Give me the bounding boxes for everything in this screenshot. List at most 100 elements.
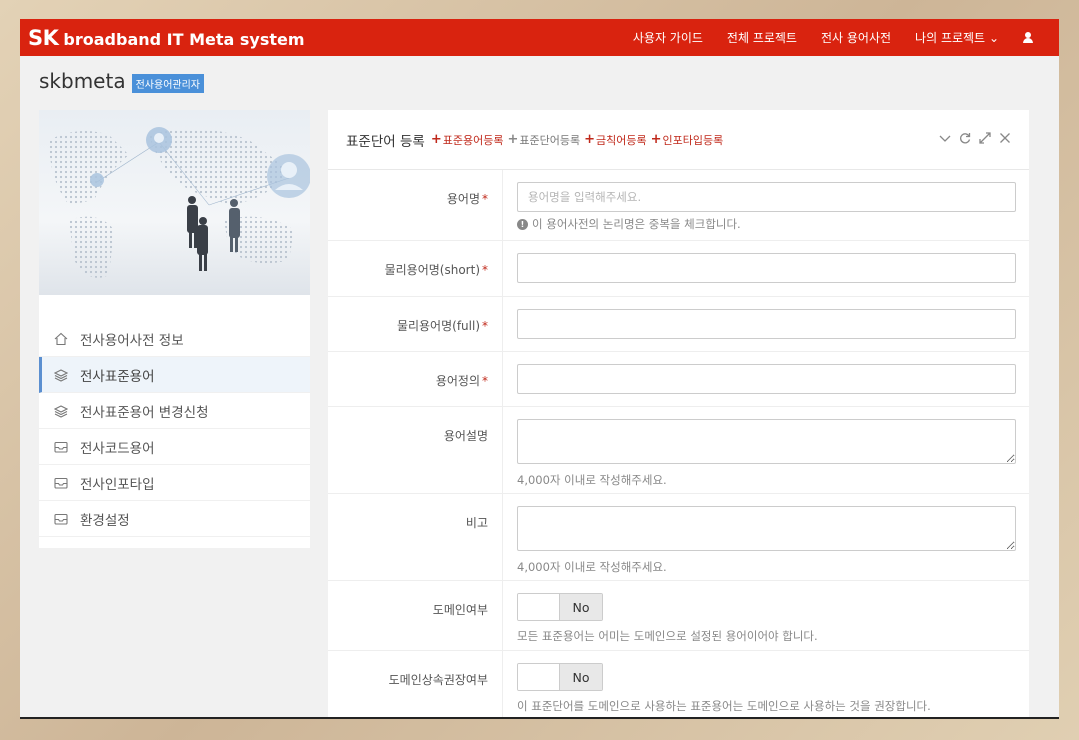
form-row-domain-inherit: 도메인상속권장여부 No 이 표준단어를 도메인으로 사용하는 표준용어는 도메… — [328, 651, 1029, 717]
sidebar-item-code-terms[interactable]: 전사코드용어 — [39, 429, 310, 465]
nav-links: 사용자 가이드 전체 프로젝트 전사 용어사전 나의 프로젝트 ⌄ — [633, 29, 1051, 46]
app-window: SK broadband IT Meta system 사용자 가이드 전체 프… — [20, 19, 1059, 719]
refresh-icon[interactable] — [959, 132, 971, 148]
phys-short-input[interactable] — [517, 253, 1016, 283]
plus-icon: + — [507, 132, 519, 147]
expand-icon[interactable] — [979, 131, 991, 148]
sidebar-item-infotype[interactable]: 전사인포타입 — [39, 465, 310, 501]
description-label: 용어설명 — [328, 407, 503, 493]
nav-user-guide[interactable]: 사용자 가이드 — [633, 29, 703, 46]
link-label: 표준용어등록 — [442, 133, 504, 147]
top-navbar: SK broadband IT Meta system 사용자 가이드 전체 프… — [20, 19, 1059, 56]
hero-image — [39, 110, 310, 295]
domain-inherit-toggle[interactable]: No — [517, 663, 603, 691]
inbox-icon — [53, 475, 68, 490]
domain-inherit-label: 도메인상속권장여부 — [328, 651, 503, 717]
description-textarea[interactable] — [517, 419, 1016, 464]
label-text: 도메인상속권장여부 — [388, 673, 488, 687]
sidebar-item-label: 전사인포타입 — [80, 476, 155, 493]
plus-icon: + — [584, 132, 595, 147]
phys-short-label: 물리용어명(short) * — [328, 241, 503, 296]
domain-flag-field-wrap: No 모든 표준용어는 어미는 도메인으로 설정된 용어이어야 합니다. — [503, 581, 1029, 650]
user-icon[interactable] — [1023, 32, 1033, 43]
info-icon: ! — [517, 218, 528, 230]
toggle-knob — [518, 594, 561, 620]
panel-tools — [939, 131, 1029, 148]
definition-input[interactable] — [517, 364, 1016, 394]
sidebar-item-settings[interactable]: 환경설정 — [39, 501, 310, 537]
phys-short-field-wrap — [503, 241, 1029, 296]
sidebar-item-dictionary-info[interactable]: 전사용어사전 정보 — [39, 321, 310, 357]
required-mark: * — [482, 263, 488, 277]
domain-inherit-help: 이 표준단어를 도메인으로 사용하는 표준용어는 도메인으로 사용하는 것을 권… — [517, 699, 931, 713]
description-help: 4,000자 이내로 작성해주세요. — [517, 473, 667, 487]
sidebar-item-label: 전사용어사전 정보 — [80, 332, 184, 349]
term-name-label: 용어명 * — [328, 170, 503, 240]
label-text: 도메인여부 — [432, 603, 488, 617]
form-row-term-name: 용어명* ! 이 용어사전의 논리명은 중복을 체크합니다. — [328, 170, 1029, 241]
term-name-field-wrap: ! 이 용어사전의 논리명은 중복을 체크합니다. — [503, 170, 1029, 240]
brand-logo[interactable]: SK broadband IT Meta system — [28, 26, 305, 50]
nav-my-projects-label: 나의 프로젝트 — [915, 31, 986, 45]
nav-enterprise-dictionary[interactable]: 전사 용어사전 — [821, 29, 891, 46]
plus-icon: + — [430, 132, 442, 147]
world-map-illustration — [49, 127, 310, 278]
sidebar-item-label: 전사코드용어 — [80, 440, 155, 457]
layers-icon — [53, 367, 68, 382]
domain-flag-toggle[interactable]: No — [517, 593, 603, 621]
role-badge: 전사용어관리자 — [131, 73, 204, 93]
term-name-input[interactable] — [517, 182, 1016, 212]
definition-field-wrap — [503, 352, 1029, 406]
nav-all-projects[interactable]: 전체 프로젝트 — [727, 29, 797, 46]
plus-icon: + — [650, 132, 662, 147]
toggle-knob — [518, 664, 561, 690]
inbox-icon — [53, 439, 68, 454]
link-register-standard-word[interactable]: + 표준단어등록 — [507, 132, 580, 148]
label-text: 용어설명 — [443, 429, 488, 443]
sidebar-item-term-change-request[interactable]: 전사표준용어 변경신청 — [39, 393, 310, 429]
remarks-label: 비고 — [328, 494, 503, 580]
phys-full-input[interactable] — [517, 309, 1016, 339]
required-mark: * — [482, 374, 488, 388]
sidebar-item-label: 전사표준용어 — [80, 368, 155, 385]
form-row-phys-short: 물리용어명(short) * — [328, 241, 1029, 297]
domain-flag-label: 도메인여부 — [328, 581, 503, 650]
label-text: 용어정의 — [435, 374, 480, 388]
remarks-textarea[interactable] — [517, 506, 1016, 551]
link-register-infotype[interactable]: + 인포타입등록 — [651, 132, 724, 148]
toggle-value: No — [560, 594, 602, 620]
chevron-down-icon: ⌄ — [988, 31, 999, 45]
required-mark: * — [482, 192, 488, 206]
layers-icon — [53, 403, 68, 418]
sidebar-menu: 전사용어사전 정보 전사표준용어 전사표준용어 변경신청 전사코드용어 전사인포… — [39, 321, 310, 537]
close-icon[interactable] — [999, 132, 1011, 148]
help-text: 이 용어사전의 논리명은 중복을 체크합니다. — [532, 217, 741, 231]
remarks-help: 4,000자 이내로 작성해주세요. — [517, 560, 667, 574]
collapse-icon[interactable] — [939, 132, 951, 148]
brand-sk: SK — [28, 25, 59, 50]
form-row-domain-flag: 도메인여부 No 모든 표준용어는 어미는 도메인으로 설정된 용어이어야 합니… — [328, 581, 1029, 651]
panel-header: 표준단어 등록 + 표준용어등록 + 표준단어등록 + 금칙어등록 + 인포타입등록 — [328, 110, 1029, 170]
inbox-icon — [53, 511, 68, 526]
form-row-description: 용어설명 4,000자 이내로 작성해주세요. — [328, 407, 1029, 494]
sidebar: 전사용어사전 정보 전사표준용어 전사표준용어 변경신청 전사코드용어 전사인포… — [39, 110, 310, 548]
sidebar-item-standard-terms[interactable]: 전사표준용어 — [39, 357, 310, 393]
main-panel: 표준단어 등록 + 표준용어등록 + 표준단어등록 + 금칙어등록 + 인포타입등록 — [328, 110, 1029, 717]
form-row-definition: 용어정의 * — [328, 352, 1029, 407]
panel-title: 표준단어 등록 — [346, 133, 425, 150]
page-title: skbmeta — [39, 69, 126, 93]
nav-my-projects[interactable]: 나의 프로젝트 ⌄ — [915, 29, 999, 46]
link-register-forbidden-word[interactable]: + 금칙어등록 — [584, 132, 647, 148]
definition-label: 용어정의 * — [328, 352, 503, 406]
term-name-help: ! 이 용어사전의 논리명은 중복을 체크합니다. — [517, 216, 1016, 232]
home-icon — [53, 331, 68, 346]
link-label: 인포타입등록 — [662, 133, 724, 147]
label-text: 비고 — [465, 516, 488, 530]
description-field-wrap: 4,000자 이내로 작성해주세요. — [503, 407, 1029, 493]
toggle-value: No — [560, 664, 602, 690]
label-text: 용어명 — [446, 192, 480, 206]
form-row-phys-full: 물리용어명(full) * — [328, 297, 1029, 352]
link-label: 표준단어등록 — [519, 133, 581, 147]
phys-full-label: 물리용어명(full) * — [328, 297, 503, 351]
link-register-standard-term[interactable]: + 표준용어등록 — [431, 132, 504, 148]
